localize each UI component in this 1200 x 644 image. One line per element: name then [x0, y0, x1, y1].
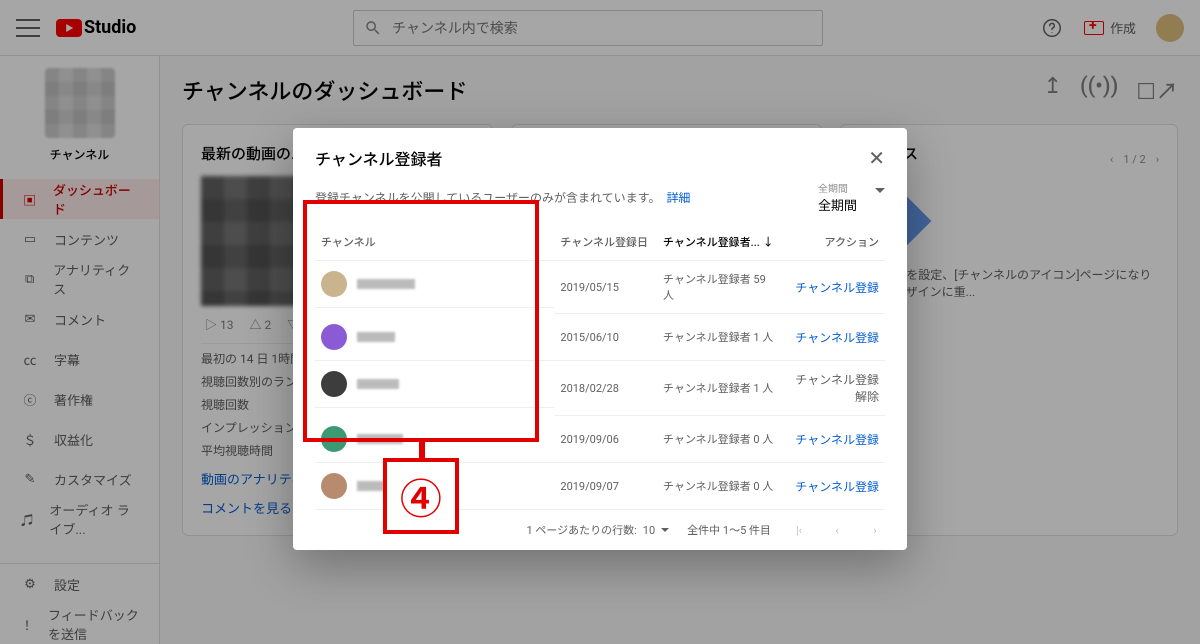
subscriber-avatar — [321, 371, 347, 397]
subscriber-count: チャンネル登録者 0 人 — [657, 463, 782, 510]
sort-down-icon: ↓ — [763, 236, 774, 249]
col-action[interactable]: アクション — [782, 224, 885, 261]
subscriber-channel-cell[interactable] — [315, 416, 554, 463]
col-channel[interactable]: チャンネル — [315, 224, 554, 261]
first-page-icon[interactable]: |‹ — [789, 520, 809, 540]
subscriber-name — [357, 481, 409, 491]
subscriber-date: 2019/09/07 — [554, 463, 657, 510]
subscriber-count: チャンネル登録者 1 人 — [657, 314, 782, 361]
subscriber-action-cell: チャンネル登録 — [782, 463, 885, 510]
subscriber-date: 2019/05/15 — [554, 261, 657, 314]
col-date[interactable]: チャンネル登録日 — [554, 224, 657, 261]
subscriber-channel-cell[interactable] — [315, 261, 554, 308]
period-selector[interactable]: 全期間 全期間 — [818, 180, 885, 214]
subscriber-action-cell: チャンネル登録解除 — [782, 361, 885, 416]
chevron-down-icon — [875, 188, 885, 193]
dialog-footer: 1 ページあたりの行数: 10 全件中 1～5 件目 |‹ ‹ › — [293, 510, 907, 550]
subscriber-avatar — [321, 324, 347, 350]
table-row: 2015/06/10 チャンネル登録者 1 人 チャンネル登録 — [315, 314, 885, 361]
close-icon[interactable]: ✕ — [868, 148, 885, 168]
subscriber-channel-cell[interactable] — [315, 314, 554, 361]
subscriber-count: チャンネル登録者 59 人 — [657, 261, 782, 314]
subscriber-name — [357, 379, 399, 389]
subscriber-date: 2018/02/28 — [554, 361, 657, 416]
subscriber-avatar — [321, 271, 347, 297]
table-row: 2018/02/28 チャンネル登録者 1 人 チャンネル登録解除 — [315, 361, 885, 416]
dialog-subtitle: 登録チャンネルを公開しているユーザーのみが含まれています。 — [315, 189, 660, 206]
subscriber-date: 2019/09/06 — [554, 416, 657, 463]
subscriber-channel-cell[interactable] — [315, 463, 554, 510]
subscribe-button[interactable]: チャンネル登録 — [795, 480, 879, 494]
table-row: 2019/09/07 チャンネル登録者 0 人 チャンネル登録 — [315, 463, 885, 510]
modal-scrim[interactable]: チャンネル登録者 ✕ 登録チャンネルを公開しているユーザーのみが含まれています。… — [0, 0, 1200, 644]
subscriber-date: 2015/06/10 — [554, 314, 657, 361]
dialog-title: チャンネル登録者 — [315, 146, 443, 170]
subscribers-dialog: チャンネル登録者 ✕ 登録チャンネルを公開しているユーザーのみが含まれています。… — [293, 128, 907, 550]
subscriber-count: チャンネル登録者 1 人 — [657, 361, 782, 416]
unsubscribe-button[interactable]: チャンネル登録解除 — [795, 373, 879, 404]
subscriber-avatar — [321, 473, 347, 499]
pagination-range: 全件中 1～5 件目 — [687, 522, 771, 538]
rows-per-page[interactable]: 1 ページあたりの行数: 10 — [526, 522, 669, 538]
subscriber-channel-cell[interactable] — [315, 361, 554, 408]
subscriber-name — [357, 279, 415, 289]
subscribe-button[interactable]: チャンネル登録 — [795, 433, 879, 447]
subscriber-name — [357, 434, 403, 444]
col-subscribers[interactable]: チャンネル登録者... ↓ — [657, 224, 782, 261]
table-row: 2019/05/15 チャンネル登録者 59 人 チャンネル登録 — [315, 261, 885, 314]
details-link[interactable]: 詳細 — [666, 189, 690, 206]
subscriber-action-cell: チャンネル登録 — [782, 261, 885, 314]
subscribers-table: チャンネル チャンネル登録日 チャンネル登録者... ↓ アクション 2019/… — [315, 224, 885, 510]
table-row: 2019/09/06 チャンネル登録者 0 人 チャンネル登録 — [315, 416, 885, 463]
subscribe-button[interactable]: チャンネル登録 — [795, 331, 879, 345]
next-page-icon[interactable]: › — [865, 520, 885, 540]
subscribe-button[interactable]: チャンネル登録 — [795, 281, 879, 295]
subscriber-avatar — [321, 426, 347, 452]
subscriber-action-cell: チャンネル登録 — [782, 416, 885, 463]
chevron-down-icon — [661, 528, 669, 532]
subscriber-action-cell: チャンネル登録 — [782, 314, 885, 361]
subscriber-name — [357, 332, 395, 342]
prev-page-icon[interactable]: ‹ — [827, 520, 847, 540]
subscriber-count: チャンネル登録者 0 人 — [657, 416, 782, 463]
